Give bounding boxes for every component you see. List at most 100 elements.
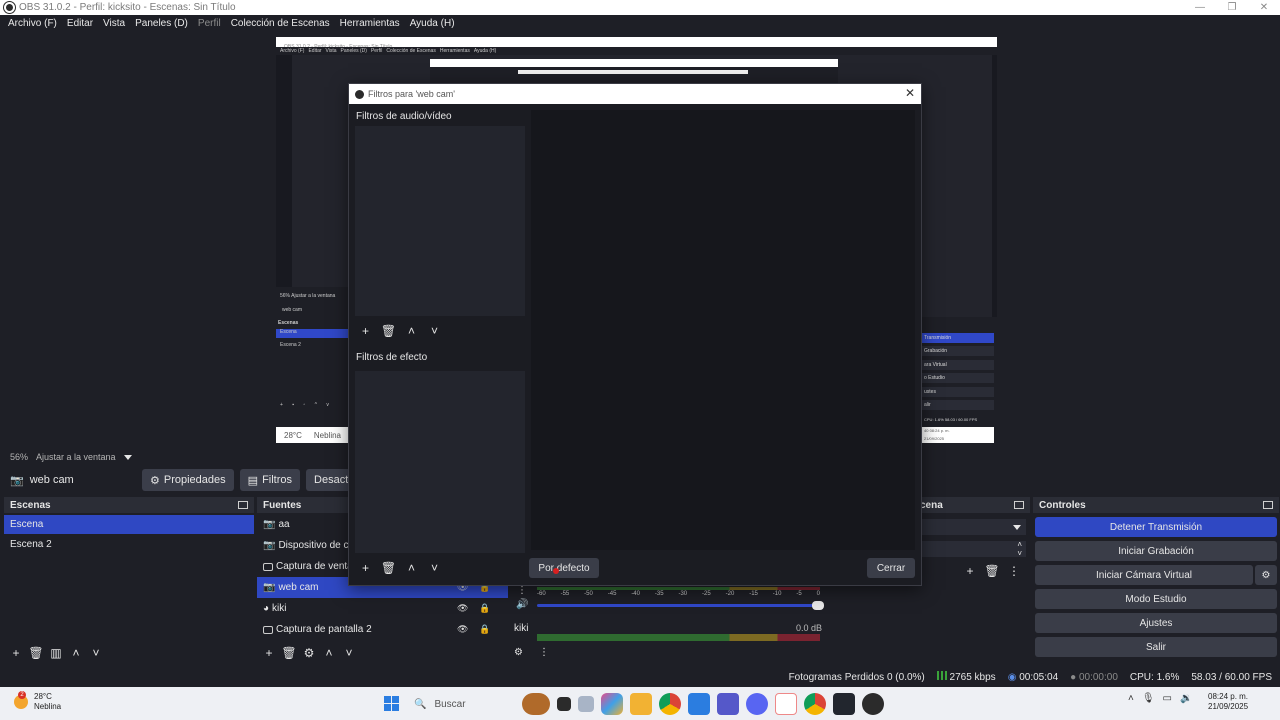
kebab-icon[interactable]: ⋮: [1006, 563, 1022, 579]
chevron-down-icon[interactable]: [123, 454, 132, 460]
copilot-icon[interactable]: [601, 693, 623, 715]
trash-icon[interactable]: 🗑: [28, 645, 44, 661]
menu-coleccion-escenas[interactable]: Colección de Escenas: [231, 18, 330, 29]
terminal-icon[interactable]: [833, 693, 855, 715]
add-icon[interactable]: +: [357, 559, 374, 576]
source-item[interactable]: ◕ kiki 👁 🔒: [257, 598, 508, 619]
scene-item-escena-2[interactable]: Escena 2: [4, 535, 254, 554]
gear-icon[interactable]: ⚙: [514, 647, 523, 658]
properties-button[interactable]: ⚙ Propiedades: [142, 469, 234, 491]
start-virtual-camera-button[interactable]: Iniciar Cámara Virtual: [1035, 565, 1253, 585]
taskbar-clock[interactable]: 08:24 p. m. 21/09/2025: [1208, 692, 1248, 712]
menu-herramientas[interactable]: Herramientas: [340, 18, 400, 29]
menu-vista[interactable]: Vista: [103, 18, 125, 29]
chevron-up-icon[interactable]: ˄: [1128, 693, 1134, 704]
chevron-down-icon[interactable]: ˅: [88, 645, 104, 661]
chevron-down-icon[interactable]: ˅: [341, 645, 357, 661]
app-icon[interactable]: [578, 696, 594, 712]
sources-dock-title: Fuentes: [263, 499, 302, 511]
chevron-down-icon[interactable]: ˅: [426, 322, 443, 339]
nested-control: alir: [922, 400, 994, 410]
sheet-icon[interactable]: [775, 693, 797, 715]
virtual-camera-settings-button[interactable]: ⚙: [1255, 565, 1277, 585]
scene-item-escena[interactable]: Escena: [4, 515, 254, 534]
chrome-profile-icon[interactable]: [804, 693, 826, 715]
lock-icon[interactable]: 🔒: [479, 603, 490, 614]
spin-arrows-icon[interactable]: ˄ ˅: [1017, 540, 1022, 558]
audio-video-filters-list[interactable]: [355, 126, 525, 316]
filters-label: Filtros: [262, 474, 293, 486]
maximize-button[interactable]: ❐: [1216, 2, 1248, 13]
close-icon[interactable]: ✕: [905, 86, 915, 100]
defaults-button[interactable]: Por defecto: [529, 558, 599, 578]
minimize-button[interactable]: —: [1184, 2, 1216, 13]
microphone-icon[interactable]: 🎙: [1142, 693, 1155, 704]
kebab-icon[interactable]: ⋮: [517, 585, 527, 596]
nested-control: Grabación: [922, 346, 994, 356]
filter-icon[interactable]: ▥: [48, 645, 64, 661]
mail-icon[interactable]: [688, 693, 710, 715]
close-button[interactable]: Cerrar: [867, 558, 915, 578]
trash-icon[interactable]: 🗑: [380, 559, 397, 576]
volume-slider[interactable]: [537, 601, 824, 610]
start-recording-button[interactable]: Iniciar Grabación: [1035, 541, 1277, 561]
zoom-mode-select[interactable]: Ajustar a la ventana: [36, 452, 116, 462]
obs-taskbar-icon[interactable]: [862, 693, 884, 715]
exit-button[interactable]: Salir: [1035, 637, 1277, 657]
menu-paneles[interactable]: Paneles (D): [135, 18, 188, 29]
widget-icon[interactable]: [522, 693, 550, 715]
volume-icon[interactable]: 🔉: [1180, 693, 1192, 704]
network-icon[interactable]: ▭: [1163, 693, 1172, 704]
undock-icon[interactable]: [238, 501, 248, 509]
discord-icon[interactable]: [746, 693, 768, 715]
folder-icon[interactable]: [630, 693, 652, 715]
add-icon[interactable]: +: [962, 563, 978, 579]
undock-icon[interactable]: [1014, 501, 1024, 509]
nested-fps: 58.03 / 60.00 FPS: [944, 417, 978, 422]
duration-spin[interactable]: ˄ ˅: [920, 540, 1026, 558]
menu-archivo[interactable]: Archivo (F): [8, 18, 57, 29]
menu-ayuda[interactable]: Ayuda (H): [410, 18, 455, 29]
effect-filters-list[interactable]: [355, 371, 525, 553]
studio-mode-button[interactable]: Modo Estudio: [1035, 589, 1277, 609]
menu-perfil[interactable]: Perfil: [198, 18, 221, 29]
lock-icon[interactable]: 🔒: [479, 624, 490, 635]
chevron-up-icon[interactable]: ˄: [403, 322, 420, 339]
transition-select[interactable]: [920, 519, 1026, 535]
status-bar: Fotogramas Perdidos 0 (0.0%) 2765 kbps ◉…: [0, 667, 1280, 687]
chevron-up-icon[interactable]: ˄: [68, 645, 84, 661]
add-icon[interactable]: +: [261, 645, 277, 661]
gear-icon[interactable]: ⚙: [301, 645, 317, 661]
chevron-up-icon[interactable]: ˄: [321, 645, 337, 661]
speaker-icon[interactable]: 🔊: [516, 599, 528, 610]
close-window-button[interactable]: ✕: [1248, 2, 1280, 13]
weather-widget[interactable]: 2 28°C Neblina: [14, 691, 61, 712]
teams-icon[interactable]: [717, 693, 739, 715]
chrome-icon[interactable]: [659, 693, 681, 715]
kebab-icon[interactable]: ⋮: [539, 647, 549, 658]
eye-icon[interactable]: 👁: [457, 624, 468, 635]
filters-button[interactable]: ▤ Filtros: [239, 469, 301, 491]
add-icon[interactable]: +: [357, 322, 374, 339]
windows-start-icon[interactable]: [384, 696, 399, 711]
filters-dialog-titlebar: Filtros para 'web cam' ✕: [349, 84, 921, 104]
scenes-toolbar: + 🗑 ▥ ˄ ˅: [8, 645, 104, 661]
chevron-up-icon[interactable]: ˄: [403, 559, 420, 576]
trash-icon[interactable]: 🗑: [984, 563, 1000, 579]
nested-weather-temp: 28°C: [284, 431, 302, 440]
undock-icon[interactable]: [1263, 501, 1273, 509]
task-view-icon[interactable]: [557, 697, 571, 711]
add-icon[interactable]: +: [8, 645, 24, 661]
stop-stream-button[interactable]: Detener Transmisión: [1035, 517, 1277, 537]
tick-label: -45: [607, 591, 617, 597]
trash-icon[interactable]: 🗑: [281, 645, 297, 661]
trash-icon[interactable]: 🗑: [380, 322, 397, 339]
chevron-down-icon[interactable]: ˅: [426, 559, 443, 576]
menu-editar[interactable]: Editar: [67, 18, 93, 29]
volume-slider-knob[interactable]: [812, 601, 824, 610]
settings-button[interactable]: Ajustes: [1035, 613, 1277, 633]
eye-icon[interactable]: 👁: [457, 603, 468, 614]
stream-time: ◉ 00:05:04: [1008, 672, 1058, 683]
window-title: OBS 31.0.2 - Perfil: kicksito - Escenas:…: [19, 2, 236, 13]
source-item[interactable]: Captura de pantalla 2 👁 🔒: [257, 619, 508, 640]
